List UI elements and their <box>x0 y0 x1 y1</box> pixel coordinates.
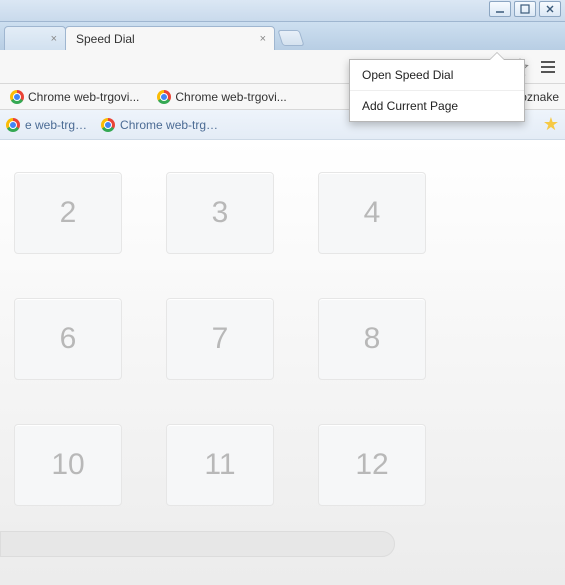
topbar-item[interactable]: e web-trg… <box>6 118 87 132</box>
speed-dial-tile[interactable]: 6 <box>14 298 122 380</box>
speed-dial-tile[interactable]: 7 <box>166 298 274 380</box>
window-minimize-button[interactable] <box>489 1 511 17</box>
chrome-favicon-icon <box>10 90 24 104</box>
bookmark-item[interactable]: Chrome web-trgovi... <box>6 88 143 106</box>
window-maximize-button[interactable] <box>514 1 536 17</box>
speed-dial-page: 2 3 4 6 7 8 10 11 12 <box>0 140 565 585</box>
tab-close-icon[interactable]: × <box>49 33 59 45</box>
tab-close-icon[interactable]: × <box>258 33 268 45</box>
speed-dial-tile[interactable]: 12 <box>318 424 426 506</box>
popup-add-current-page[interactable]: Add Current Page <box>350 91 524 121</box>
window-close-button[interactable] <box>539 1 561 17</box>
extension-popup-menu: Open Speed Dial Add Current Page <box>349 59 525 122</box>
speed-dial-tile[interactable]: 2 <box>14 172 122 254</box>
tab-strip: × Speed Dial × <box>0 22 565 50</box>
hamburger-icon <box>541 61 555 73</box>
new-tab-button[interactable] <box>277 30 304 46</box>
speed-dial-tile[interactable]: 3 <box>166 172 274 254</box>
bookmark-label: Chrome web-trgovi... <box>175 90 286 104</box>
chrome-favicon-icon <box>157 90 171 104</box>
tab-title: Speed Dial <box>76 32 135 46</box>
browser-tab-active[interactable]: Speed Dial × <box>65 26 275 50</box>
topbar-label: Chrome web-trg… <box>120 118 218 132</box>
popup-open-speed-dial[interactable]: Open Speed Dial <box>350 60 524 91</box>
topbar-item[interactable]: Chrome web-trg… <box>101 118 218 132</box>
window-titlebar <box>0 0 565 22</box>
chrome-favicon-icon <box>101 118 115 132</box>
speed-dial-tile[interactable]: 10 <box>14 424 122 506</box>
speed-dial-bottom-bar[interactable] <box>0 531 395 557</box>
chrome-menu-icon[interactable] <box>537 56 559 78</box>
speed-dial-grid: 2 3 4 6 7 8 10 11 12 <box>0 140 565 506</box>
bookmark-label: Chrome web-trgovi... <box>28 90 139 104</box>
chrome-favicon-icon <box>6 118 20 132</box>
speed-dial-tile[interactable]: 11 <box>166 424 274 506</box>
bookmark-item[interactable]: Chrome web-trgovi... <box>153 88 290 106</box>
speed-dial-tile[interactable]: 8 <box>318 298 426 380</box>
topbar-label: e web-trg… <box>25 118 87 132</box>
speed-dial-tile[interactable]: 4 <box>318 172 426 254</box>
star-icon[interactable]: ★ <box>543 114 559 135</box>
browser-tab[interactable]: × <box>4 26 66 50</box>
